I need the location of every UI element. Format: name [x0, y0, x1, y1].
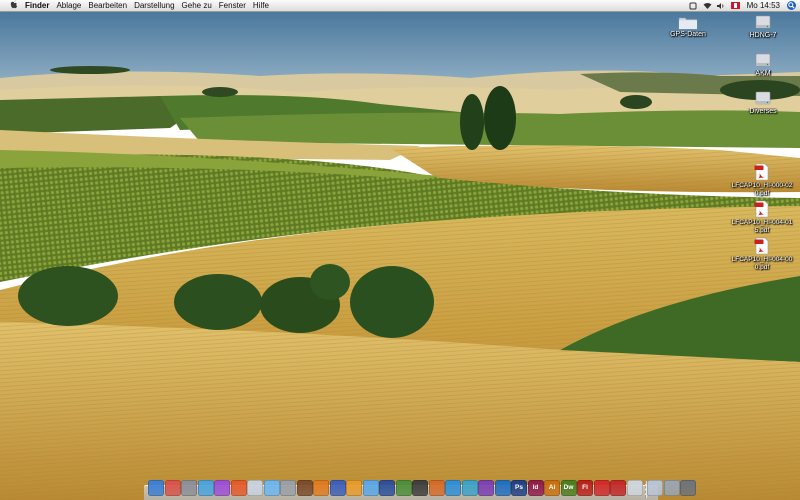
- desktop-icon-label: LFCAP10_HI-000-020.pdf: [731, 182, 793, 197]
- ichat-icon[interactable]: [263, 480, 280, 496]
- volume-icon[interactable]: [716, 2, 724, 9]
- acrobat-icon[interactable]: [593, 480, 610, 496]
- dock-icons: Ps Id Ai Dw Fl: [148, 480, 697, 498]
- app-icon[interactable]: [395, 480, 412, 496]
- downloads-icon[interactable]: [663, 480, 680, 496]
- pdf-file-icon: [754, 200, 769, 218]
- mail-icon[interactable]: [164, 480, 181, 496]
- desktop-file-pdf-1[interactable]: LFCAP10_HI-000-020.pdf: [730, 163, 794, 197]
- dreamweaver-icon[interactable]: Dw: [560, 480, 577, 496]
- wifi-icon[interactable]: [703, 2, 712, 9]
- spotlight-icon[interactable]: [787, 1, 796, 10]
- app-icon[interactable]: [626, 480, 643, 496]
- hard-disk-icon: [755, 15, 771, 29]
- acrobat-reader-icon[interactable]: [610, 480, 626, 496]
- app-icon[interactable]: [412, 480, 428, 496]
- menu-fenster[interactable]: Fenster: [219, 0, 246, 11]
- menu-extras: Mo 14:53: [689, 0, 796, 11]
- app-icon[interactable]: [494, 480, 511, 496]
- menu-darstellung[interactable]: Darstellung: [134, 0, 174, 11]
- desktop-wallpaper: [0, 0, 800, 500]
- apple-icon[interactable]: [9, 0, 18, 11]
- menu-bearbeiten[interactable]: Bearbeiten: [88, 0, 127, 11]
- desktop-disk-akm[interactable]: AKM: [731, 51, 795, 78]
- desktop-file-pdf-2[interactable]: LFCAP10_HI-004-015.pdf: [730, 200, 794, 234]
- system-preferences-icon[interactable]: [280, 480, 296, 496]
- hard-disk-icon: [755, 53, 771, 67]
- desktop-icon-label: HDNG-7: [749, 32, 777, 39]
- app-icon[interactable]: [362, 480, 379, 496]
- flag-icon[interactable]: [730, 2, 740, 9]
- safari-icon[interactable]: [197, 480, 214, 496]
- desktop-icon-label: AKM: [755, 70, 771, 77]
- menu-gehe-zu[interactable]: Gehe zu: [182, 0, 212, 11]
- app-icon[interactable]: [445, 480, 461, 496]
- trash-icon[interactable]: [680, 480, 696, 496]
- itunes-icon[interactable]: [214, 480, 230, 496]
- apple-icon-glyph: [10, 0, 17, 9]
- preview-icon[interactable]: [181, 480, 197, 496]
- pdf-file-icon: [754, 237, 769, 255]
- calendar-icon[interactable]: [247, 480, 263, 496]
- desktop-icon-label: Diverses: [749, 108, 777, 115]
- app-icon[interactable]: [428, 480, 445, 496]
- app-icon[interactable]: [461, 480, 478, 496]
- finder-icon[interactable]: [148, 480, 164, 496]
- menu-ablage[interactable]: Ablage: [56, 0, 81, 11]
- pdf-file-icon: [754, 163, 769, 181]
- hard-disk-icon: [755, 91, 771, 105]
- desktop-file-pdf-3[interactable]: LFCAP10_HI-004-000.pdf: [730, 237, 794, 271]
- folder-icon: [678, 17, 698, 30]
- status-icon[interactable]: [689, 2, 697, 10]
- menu-hilfe[interactable]: Hilfe: [253, 0, 269, 11]
- menu-bar: Finder Ablage Bearbeiten Darstellung Geh…: [0, 0, 800, 12]
- dictionary-icon[interactable]: [296, 480, 313, 496]
- photo-icon[interactable]: [230, 480, 247, 496]
- folder-icon[interactable]: [647, 480, 663, 496]
- photoshop-icon[interactable]: Ps: [511, 480, 527, 496]
- network-icon[interactable]: [329, 480, 346, 496]
- desktop-disk-hdng[interactable]: HDNG-7: [731, 13, 795, 40]
- flash-icon[interactable]: Fl: [577, 480, 593, 496]
- menu-finder[interactable]: Finder: [25, 0, 49, 11]
- app-icon[interactable]: [346, 480, 362, 496]
- menu-items: Finder Ablage Bearbeiten Darstellung Geh…: [25, 0, 269, 11]
- firefox-icon[interactable]: [313, 480, 329, 496]
- desktop-folder-gps-daten[interactable]: GPS-Daten: [656, 15, 720, 39]
- desktop-icon-label: LFCAP10_HI-004-000.pdf: [731, 256, 793, 271]
- desktop-icon-label: GPS-Daten: [670, 31, 706, 38]
- app-icon[interactable]: [478, 480, 494, 496]
- illustrator-icon[interactable]: Ai: [544, 480, 560, 496]
- desktop-icon-label: LFCAP10_HI-004-015.pdf: [731, 219, 793, 234]
- indesign-icon[interactable]: Id: [527, 480, 544, 496]
- desktop-disk-diverses[interactable]: Diverses: [731, 89, 795, 116]
- app-icon[interactable]: [379, 480, 395, 496]
- menu-clock[interactable]: Mo 14:53: [747, 0, 780, 11]
- dock: Ps Id Ai Dw Fl: [144, 478, 696, 500]
